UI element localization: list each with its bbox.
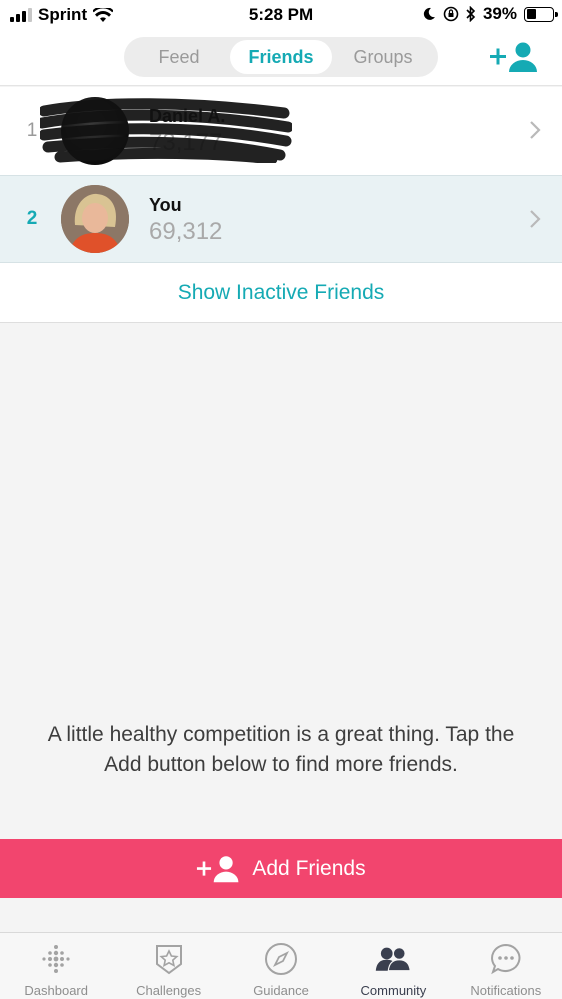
segmented-control: Feed Friends Groups xyxy=(124,37,438,77)
tab-label: Challenges xyxy=(136,983,202,998)
tab-friends[interactable]: Friends xyxy=(230,40,332,74)
leaderboard-row-you[interactable]: 2 You 69,312 xyxy=(0,175,562,263)
redaction-scribble xyxy=(40,98,292,163)
step-count: 69,312 xyxy=(149,218,223,245)
rank-number: 1 xyxy=(26,120,38,141)
dots-grid-icon xyxy=(42,945,70,973)
profile-photo xyxy=(61,185,129,253)
tab-notifications[interactable]: Notifications xyxy=(450,933,562,999)
chat-bubble-icon xyxy=(490,943,521,975)
add-friends-label: Add Friends xyxy=(252,856,366,880)
empty-state-message: A little healthy competition is a great … xyxy=(47,723,515,776)
leaderboard-row[interactable]: 1 Daniel A. 73,177 xyxy=(0,87,562,175)
chevron-right-icon xyxy=(530,121,541,139)
show-inactive-friends-button[interactable]: Show Inactive Friends xyxy=(0,263,562,323)
rank-number: 2 xyxy=(26,208,38,229)
add-person-icon xyxy=(490,42,537,72)
status-right: 39% xyxy=(422,4,558,24)
tab-feed[interactable]: Feed xyxy=(128,40,230,74)
add-person-icon xyxy=(197,855,239,882)
status-bar: Sprint 5:28 PM 39% xyxy=(0,0,562,30)
bottom-tab-bar: Dashboard Challenges Guidance Community … xyxy=(0,932,562,999)
add-friends-button[interactable]: Add Friends xyxy=(0,839,562,898)
orientation-lock-icon xyxy=(443,6,459,22)
battery-icon xyxy=(524,6,558,22)
avatar xyxy=(61,185,129,253)
people-icon xyxy=(376,947,412,972)
friend-name: You xyxy=(149,195,182,215)
compass-icon xyxy=(265,943,298,975)
tab-label: Dashboard xyxy=(24,983,88,998)
add-friend-button[interactable] xyxy=(490,40,540,74)
battery-percent: 39% xyxy=(482,4,517,23)
tab-dashboard[interactable]: Dashboard xyxy=(0,933,112,999)
moon-icon xyxy=(423,7,435,20)
tab-label: Guidance xyxy=(253,983,309,998)
tab-groups[interactable]: Groups xyxy=(332,40,434,74)
community-header: Feed Friends Groups xyxy=(0,30,562,86)
bluetooth-icon xyxy=(466,6,476,22)
chevron-right-icon xyxy=(530,210,541,228)
tab-community[interactable]: Community xyxy=(337,933,449,999)
tab-challenges[interactable]: Challenges xyxy=(112,933,224,999)
tab-guidance[interactable]: Guidance xyxy=(225,933,337,999)
tab-label: Notifications xyxy=(470,983,542,998)
tab-label: Community xyxy=(360,983,427,998)
star-badge-icon xyxy=(155,945,182,975)
